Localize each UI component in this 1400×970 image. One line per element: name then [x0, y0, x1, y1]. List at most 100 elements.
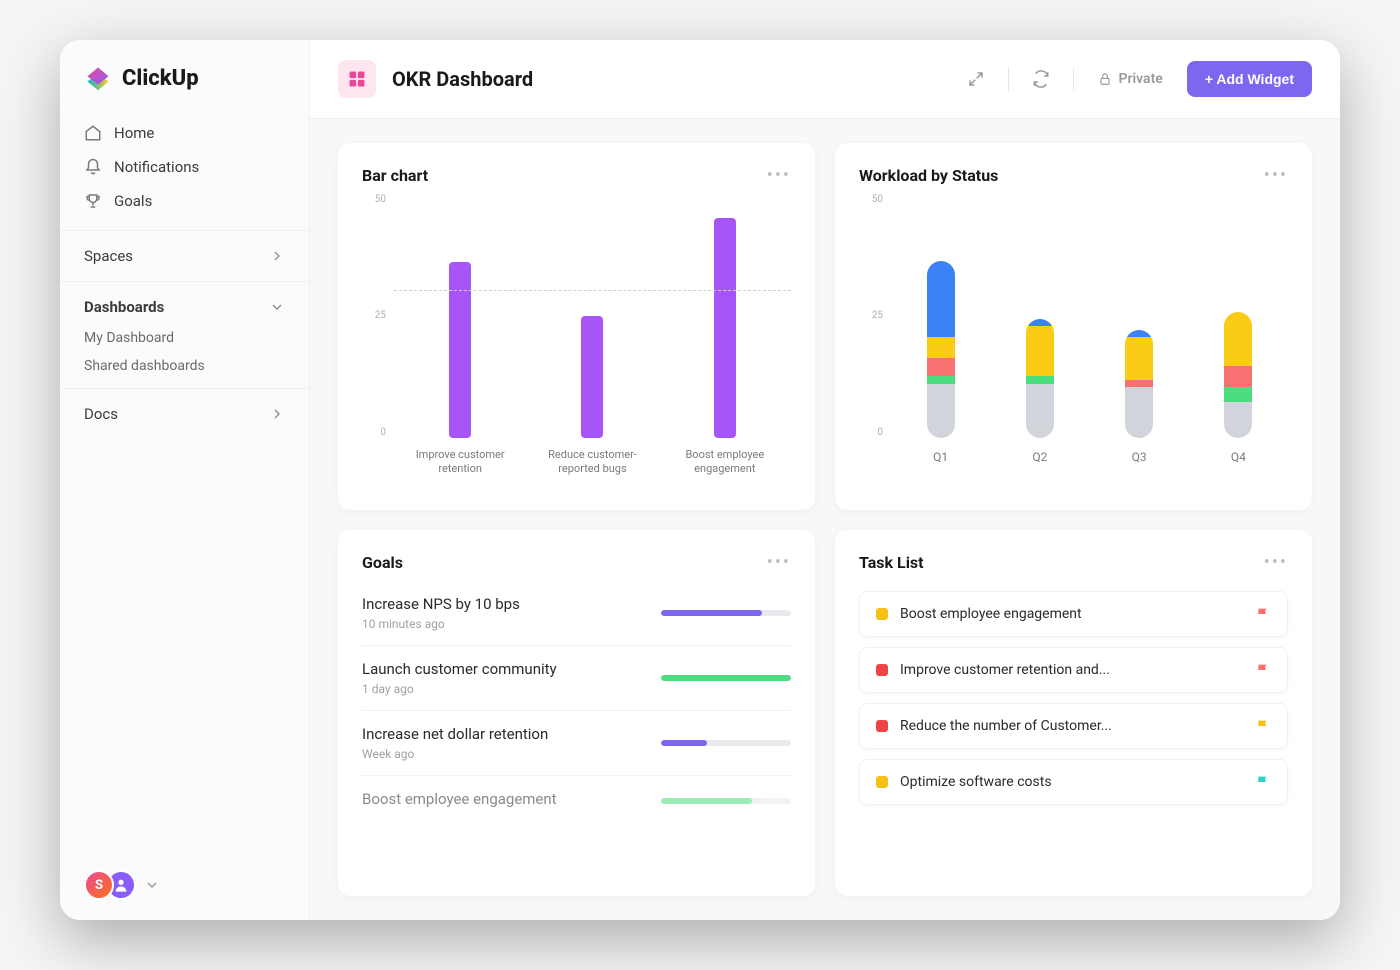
flag-icon[interactable] — [1255, 718, 1271, 734]
nav-label: Home — [114, 124, 154, 142]
lock-icon — [1098, 72, 1112, 86]
section-header-docs[interactable]: Docs — [84, 401, 285, 427]
goal-timestamp: 1 day ago — [362, 682, 645, 696]
task-row[interactable]: Optimize software costs — [859, 759, 1288, 805]
nav-item-home[interactable]: Home — [72, 116, 297, 150]
home-icon — [84, 124, 102, 142]
bell-icon — [84, 158, 102, 176]
nav-label: Notifications — [114, 158, 199, 176]
logo-text: ClickUp — [122, 66, 199, 91]
goal-row[interactable]: Increase NPS by 10 bps 10 minutes ago — [362, 581, 791, 646]
goal-label: Increase NPS by 10 bps — [362, 595, 645, 613]
logo[interactable]: ClickUp — [60, 40, 309, 112]
section-docs: Docs — [60, 388, 309, 439]
chevron-down-icon[interactable] — [144, 877, 160, 893]
divider — [1073, 67, 1074, 91]
x-axis-label: Q2 — [996, 442, 1083, 488]
app-window: ClickUp Home Notifications Goals Spaces — [60, 40, 1340, 920]
card-task-list: Task List ••• Boost employee engagement I… — [835, 530, 1312, 897]
task-row[interactable]: Improve customer retention and... — [859, 647, 1288, 693]
card-menu-button[interactable]: ••• — [767, 552, 791, 573]
card-menu-button[interactable]: ••• — [767, 165, 791, 186]
card-workload: Workload by Status ••• 50250 Q1Q2Q3Q4 — [835, 143, 1312, 510]
nav-item-goals[interactable]: Goals — [72, 184, 297, 218]
x-axis-label: Q3 — [1095, 442, 1182, 488]
goals-list: Increase NPS by 10 bps 10 minutes ago Laun… — [362, 581, 791, 826]
goal-label: Launch customer community — [362, 660, 645, 678]
workload-chart: 50250 Q1Q2Q3Q4 — [859, 194, 1288, 488]
goal-row[interactable]: Boost employee engagement — [362, 776, 791, 826]
card-title: Bar chart — [362, 166, 428, 185]
task-label: Improve customer retention and... — [900, 662, 1243, 678]
sidebar-item-shared-dashboards[interactable]: Shared dashboards — [84, 348, 285, 376]
task-label: Optimize software costs — [900, 774, 1243, 790]
goal-timestamp: Week ago — [362, 747, 645, 761]
task-row[interactable]: Reduce the number of Customer... — [859, 703, 1288, 749]
task-row[interactable]: Boost employee engagement — [859, 591, 1288, 637]
progress-bar — [661, 798, 791, 804]
nav-item-notifications[interactable]: Notifications — [72, 150, 297, 184]
goal-timestamp: 10 minutes ago — [362, 617, 645, 631]
flag-icon[interactable] — [1255, 606, 1271, 622]
goal-label: Increase net dollar retention — [362, 725, 645, 743]
progress-bar — [661, 675, 791, 681]
x-axis-label: Improve customer retention — [401, 442, 520, 488]
nav-label: Goals — [114, 192, 152, 210]
section-header-spaces[interactable]: Spaces — [84, 243, 285, 269]
chevron-right-icon — [269, 248, 285, 264]
card-goals: Goals ••• Increase NPS by 10 bps 10 minut… — [338, 530, 815, 897]
dashboard-icon — [338, 60, 376, 98]
nav-main: Home Notifications Goals — [60, 112, 309, 230]
progress-bar — [661, 740, 791, 746]
privacy-indicator[interactable]: Private — [1098, 71, 1162, 87]
page-title: OKR Dashboard — [392, 67, 944, 91]
header: OKR Dashboard Private + Add Widget — [310, 40, 1340, 119]
status-dot — [876, 776, 888, 788]
card-bar-chart: Bar chart ••• 50250 Improve customer ret… — [338, 143, 815, 510]
flag-icon[interactable] — [1255, 774, 1271, 790]
chevron-right-icon — [269, 406, 285, 422]
content: OKR Dashboard Private + Add Widget Bar c… — [310, 40, 1340, 920]
section-label: Spaces — [84, 247, 133, 265]
trophy-icon — [84, 192, 102, 210]
divider — [1008, 67, 1009, 91]
card-menu-button[interactable]: ••• — [1264, 552, 1288, 573]
progress-bar — [661, 610, 791, 616]
avatar-user-1[interactable]: S — [84, 870, 114, 900]
expand-button[interactable] — [960, 63, 992, 95]
x-axis-label: Boost employee engagement — [665, 442, 784, 488]
status-dot — [876, 720, 888, 732]
goal-row[interactable]: Increase net dollar retention Week ago — [362, 711, 791, 776]
expand-icon — [967, 70, 985, 88]
chevron-down-icon — [269, 299, 285, 315]
refresh-icon — [1032, 70, 1050, 88]
task-label: Reduce the number of Customer... — [900, 718, 1243, 734]
card-title: Goals — [362, 553, 403, 572]
card-menu-button[interactable]: ••• — [1264, 165, 1288, 186]
privacy-label: Private — [1118, 71, 1162, 87]
logo-icon — [84, 64, 112, 92]
section-label: Dashboards — [84, 298, 164, 316]
card-title: Workload by Status — [859, 166, 998, 185]
status-dot — [876, 664, 888, 676]
section-dashboards: Dashboards My Dashboard Shared dashboard… — [60, 281, 309, 388]
dashboard-grid: Bar chart ••• 50250 Improve customer ret… — [310, 119, 1340, 920]
task-label: Boost employee engagement — [900, 606, 1243, 622]
sidebar-item-my-dashboard[interactable]: My Dashboard — [84, 320, 285, 348]
section-header-dashboards[interactable]: Dashboards — [84, 294, 285, 320]
sidebar: ClickUp Home Notifications Goals Spaces — [60, 40, 310, 920]
goal-row[interactable]: Launch customer community 1 day ago — [362, 646, 791, 711]
goal-label: Boost employee engagement — [362, 790, 645, 808]
card-title: Task List — [859, 553, 924, 572]
status-dot — [876, 608, 888, 620]
tasks-list: Boost employee engagement Improve custome… — [859, 581, 1288, 805]
section-label: Docs — [84, 405, 118, 423]
bar-chart: 50250 Improve customer retentionReduce c… — [362, 194, 791, 488]
add-widget-button[interactable]: + Add Widget — [1187, 61, 1312, 97]
refresh-button[interactable] — [1025, 63, 1057, 95]
x-axis-label: Reduce customer-reported bugs — [533, 442, 652, 488]
flag-icon[interactable] — [1255, 662, 1271, 678]
sidebar-footer[interactable]: S — [60, 854, 309, 920]
x-axis-label: Q4 — [1195, 442, 1282, 488]
x-axis-label: Q1 — [897, 442, 984, 488]
